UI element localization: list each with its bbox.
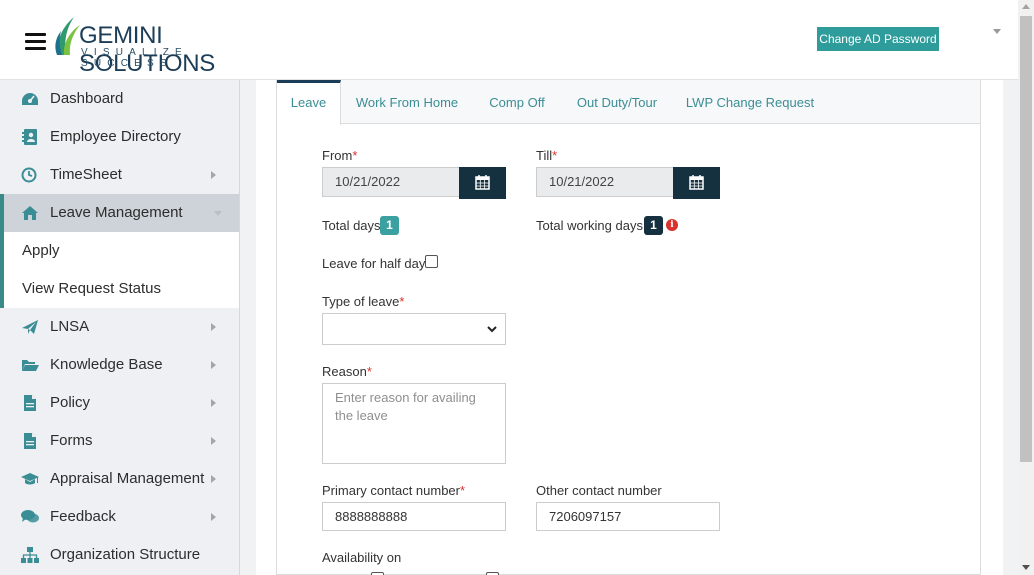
chevron-down-icon [487,326,497,333]
total-working-days-label: Total working days [536,218,643,233]
till-calendar-button[interactable] [673,167,720,199]
scroll-down-arrow-icon[interactable] [1022,565,1030,570]
paper-plane-icon [22,320,38,334]
chevron-right-icon [211,171,216,179]
reason-label: Reason* [322,364,372,379]
sidebar-subitem-label: Apply [22,242,60,259]
sidebar-item-label: Leave Management [50,204,183,221]
sidebar-subitem-view-request-status[interactable]: View Request Status [0,270,239,308]
sidebar-item-label: Dashboard [50,90,124,107]
sidebar-item-label: Feedback [50,508,116,525]
sidebar-item-forms[interactable]: Forms [0,422,239,460]
chevron-right-icon [211,399,216,407]
till-label: Till* [536,148,558,163]
scrollbar-thumb[interactable] [1020,16,1032,462]
sidebar-item-label: Forms [50,432,93,449]
info-icon[interactable]: i [666,219,678,231]
chevron-down-icon [214,211,222,216]
sidebar-item-organization-structure[interactable]: Organization Structure [0,536,239,574]
change-ad-password-button[interactable]: Change AD Password [817,27,939,51]
total-days-label: Total days [322,218,381,233]
chevron-right-icon [211,361,216,369]
sidebar-item-label: Policy [50,394,91,411]
tab-out-duty-tour[interactable]: Out Duty/Tour [566,80,668,124]
sidebar-item-label: Employee Directory [50,128,181,145]
sidebar-item-label: TimeSheet [50,166,122,183]
tab-comp-off[interactable]: Comp Off [477,80,557,124]
chevron-right-icon [211,437,216,445]
sidebar-item-leave-management[interactable]: Leave Management [0,194,239,232]
leave-form: From* 10/21/2022 Till* 10/21/2022 Total … [276,124,981,575]
sidebar-subitem-label: View Request Status [22,280,161,297]
total-working-days-badge: 1 [644,216,663,235]
chevron-right-icon [211,323,216,331]
sidebar-item-knowledge-base[interactable]: Knowledge Base [0,346,239,384]
graduation-cap-icon [21,473,39,485]
tab-lwp-change-request[interactable]: LWP Change Request [677,80,823,124]
tab-work-from-home[interactable]: Work From Home [343,80,471,124]
calendar-icon [689,175,704,190]
sidebar-subitem-apply[interactable]: Apply [0,232,239,270]
sidebar-item-policy[interactable]: Policy [0,384,239,422]
address-book-icon [22,129,37,145]
sidebar-item-label: Organization Structure [50,546,201,563]
type-of-leave-label: Type of leave* [322,294,405,309]
page-scrollbar[interactable] [1018,0,1034,575]
sidebar-nav: Dashboard Employee Directory TimeSheet L… [0,80,240,575]
tab-leave[interactable]: Leave [277,80,341,125]
sidebar-item-appraisal-management[interactable]: Appraisal Management [0,460,239,498]
comments-icon [21,510,39,523]
primary-contact-input[interactable]: 8888888888 [322,502,506,531]
sidebar-item-label: Appraisal Management [50,470,205,487]
reason-textarea[interactable]: Enter reason for availing the leave [322,383,506,464]
from-label: From* [322,148,358,163]
top-header: GEMINI SOLUTIONS VISUALIZE SUCCESS Chang… [0,0,1018,80]
sidebar-item-employee-directory[interactable]: Employee Directory [0,118,239,156]
availability-label: Availability on [322,550,402,565]
home-icon [22,206,38,220]
user-menu-caret-icon[interactable] [993,29,1001,34]
sidebar-item-label: LNSA [50,318,90,335]
sidebar-item-timesheet[interactable]: TimeSheet [0,156,239,194]
company-logo[interactable]: GEMINI SOLUTIONS VISUALIZE SUCCESS [54,15,284,77]
till-date-field[interactable]: 10/21/2022 [536,167,674,197]
scroll-up-arrow-icon[interactable] [1022,4,1030,9]
file-icon [24,433,36,449]
primary-contact-label: Primary contact number* [322,483,466,498]
total-days-badge: 1 [380,216,399,235]
sidebar-item-label: Knowledge Base [50,356,163,373]
calendar-icon [475,175,490,190]
logo-tagline: VISUALIZE SUCCESS [81,47,188,69]
sitemap-icon [21,547,39,563]
folder-open-icon [22,360,39,371]
from-calendar-button[interactable] [459,167,506,199]
dashboard-icon [22,93,38,105]
other-contact-label: Other contact number [536,483,662,498]
chevron-right-icon [211,475,216,483]
request-tabs: Leave Work From Home Comp Off Out Duty/T… [277,80,980,125]
half-day-label: Leave for half day [322,256,426,271]
type-of-leave-select[interactable] [322,313,506,345]
hamburger-menu-icon[interactable] [25,33,46,50]
file-icon [24,395,36,411]
sidebar-item-feedback[interactable]: Feedback [0,498,239,536]
clock-icon [21,167,37,183]
sidebar-item-lnsa[interactable]: LNSA [0,308,239,346]
chevron-right-icon [211,513,216,521]
from-date-field[interactable]: 10/21/2022 [322,167,460,197]
other-contact-input[interactable]: 7206097157 [536,502,720,531]
half-day-checkbox[interactable] [425,255,438,268]
sidebar-item-dashboard[interactable]: Dashboard [0,80,239,118]
